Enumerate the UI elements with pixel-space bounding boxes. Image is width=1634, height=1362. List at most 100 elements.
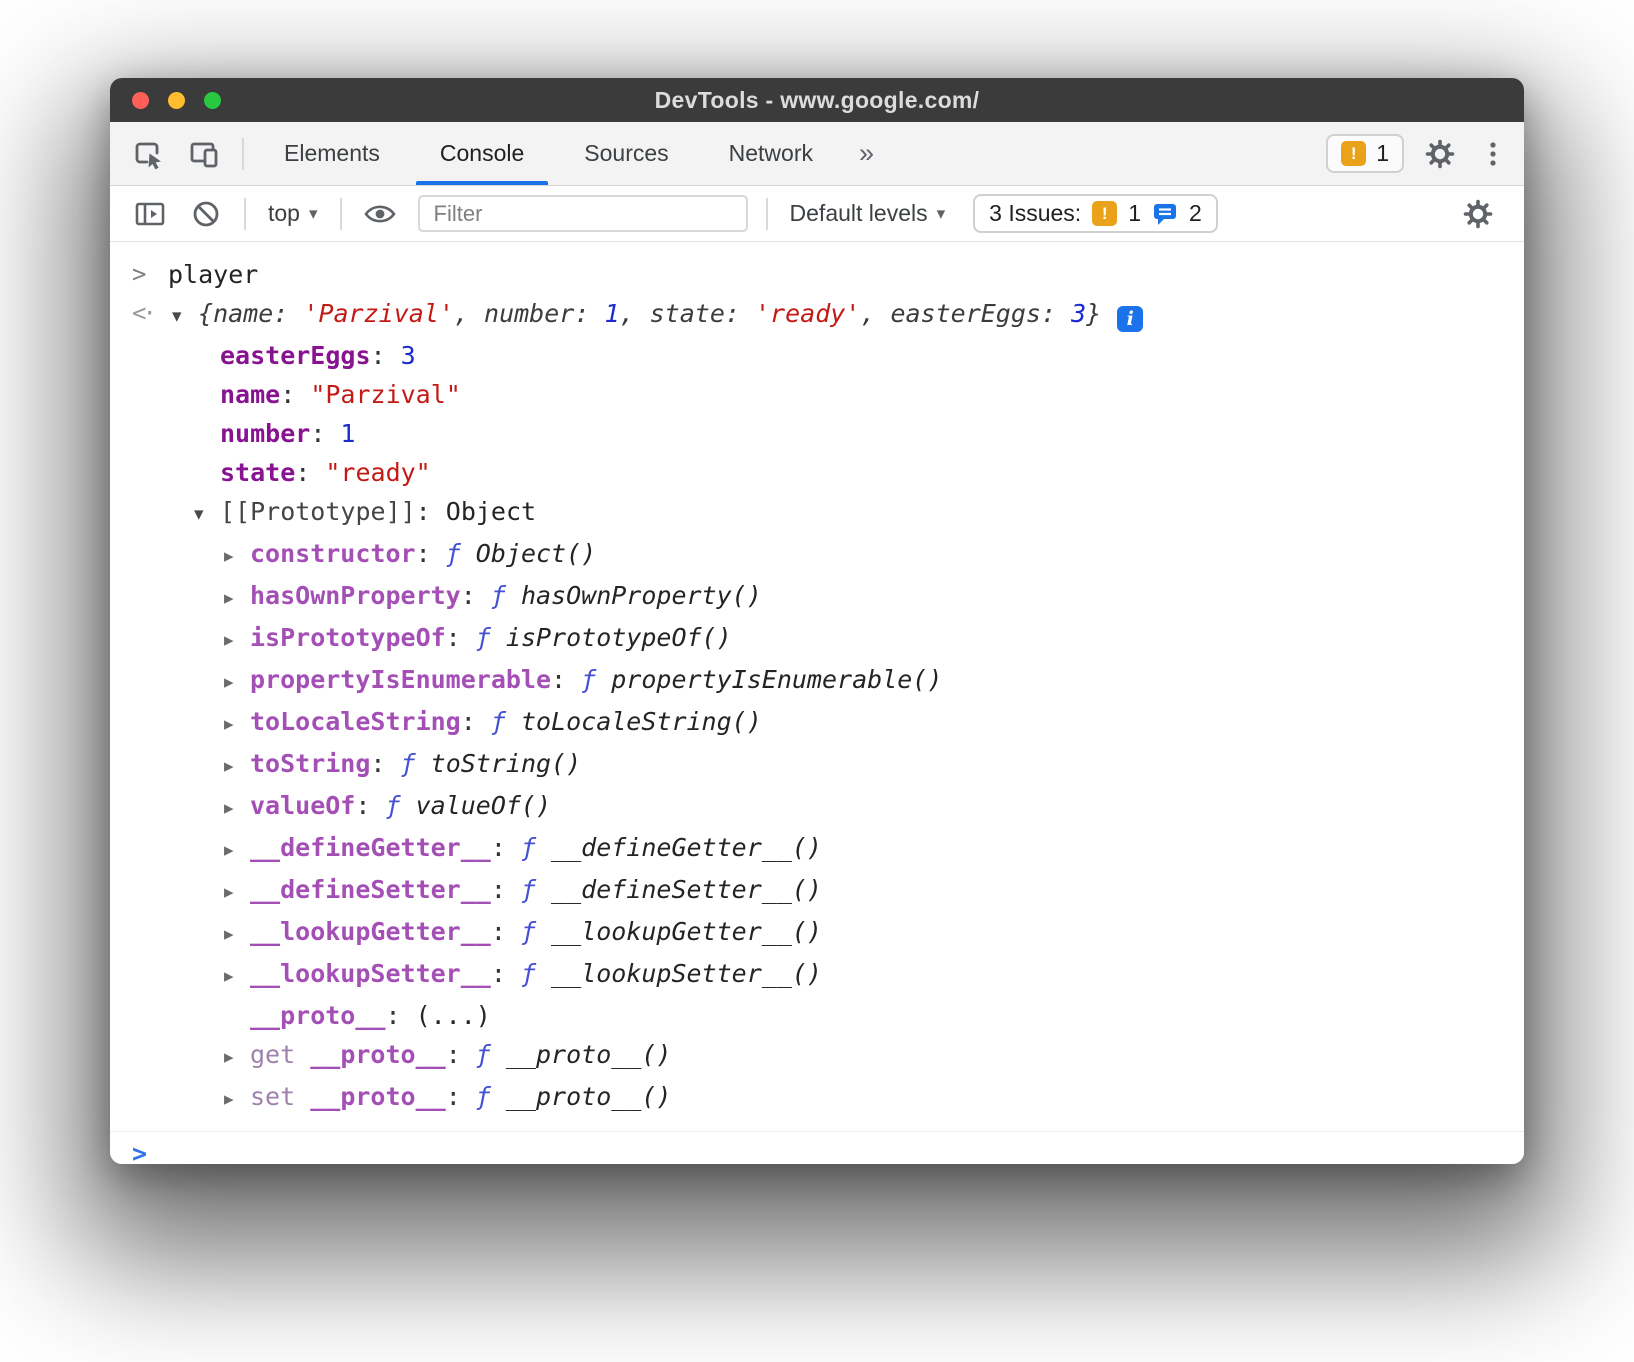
- execution-context-selector[interactable]: top ▾: [256, 200, 330, 227]
- console-token: __proto__: [310, 1040, 445, 1069]
- close-window-button[interactable]: [132, 92, 149, 109]
- info-icon[interactable]: i: [1117, 306, 1143, 332]
- clear-console-button[interactable]: [178, 197, 234, 231]
- console-token: get: [250, 1040, 310, 1069]
- window-title: DevTools - www.google.com/: [110, 87, 1524, 114]
- separator: [766, 198, 768, 230]
- console-token: toLocaleString(): [521, 707, 762, 736]
- tab-console[interactable]: Console: [410, 122, 554, 185]
- console-token: :: [355, 791, 385, 820]
- console-token: :: [310, 419, 340, 448]
- disclosure-triangle-icon[interactable]: ▸: [224, 579, 250, 618]
- zoom-window-button[interactable]: [204, 92, 221, 109]
- console-token: __lookupGetter__(): [551, 917, 822, 946]
- disclosure-triangle-icon[interactable]: ▸: [224, 1080, 250, 1119]
- disclosure-triangle-icon[interactable]: ▸: [224, 831, 250, 870]
- disclosure-triangle-icon[interactable]: ▸: [224, 957, 250, 996]
- console-token: ƒ: [446, 539, 476, 568]
- console-token: number: [220, 419, 310, 448]
- error-counter-button[interactable]: ! 1: [1326, 134, 1404, 173]
- console-token: easterEggs: [890, 299, 1041, 328]
- console-token: :: [295, 458, 325, 487]
- console-token: :: [371, 341, 401, 370]
- create-live-expression-button[interactable]: [352, 199, 408, 229]
- console-settings-button[interactable]: [1450, 197, 1506, 231]
- console-token: :: [280, 380, 310, 409]
- disclosure-triangle-icon[interactable]: ▸: [224, 873, 250, 912]
- minimize-window-button[interactable]: [168, 92, 185, 109]
- console-token: __proto__: [250, 1001, 385, 1030]
- console-token: constructor: [250, 539, 416, 568]
- console-line: ▸__lookupSetter__: ƒ __lookupSetter__(): [110, 954, 1524, 996]
- console-token: :: [370, 749, 400, 778]
- issues-button[interactable]: 3 Issues: ! 1 2: [973, 194, 1218, 233]
- console-token: (...): [416, 1001, 491, 1030]
- console-token: ƒ: [476, 1040, 506, 1069]
- disclosure-triangle-icon[interactable]: ▸: [224, 621, 250, 660]
- tab-sources[interactable]: Sources: [554, 122, 698, 185]
- device-toolbar-button[interactable]: [176, 122, 232, 185]
- console-line: <·▾{name: 'Parzival', number: 1, state: …: [110, 294, 1524, 336]
- console-token: propertyIsEnumerable(): [611, 665, 942, 694]
- console-line: ▸toString: ƒ toString(): [110, 744, 1524, 786]
- console-token: :: [725, 299, 755, 328]
- settings-button[interactable]: [1412, 137, 1468, 171]
- console-line: ▸__defineSetter__: ƒ __defineSetter__(): [110, 870, 1524, 912]
- prompt-chevron-icon: >: [132, 1139, 147, 1164]
- tab-elements[interactable]: Elements: [254, 122, 410, 185]
- console-line: __proto__: (...): [110, 996, 1524, 1035]
- disclosure-triangle-icon[interactable]: ▸: [224, 705, 250, 744]
- console-token: valueOf: [250, 791, 355, 820]
- tab-network[interactable]: Network: [699, 122, 843, 185]
- console-panel: >player<·▾{name: 'Parzival', number: 1, …: [110, 242, 1524, 1164]
- disclosure-triangle-icon[interactable]: ▸: [224, 747, 250, 786]
- issues-message-count: 2: [1189, 200, 1202, 227]
- tab-label: Network: [729, 140, 813, 167]
- console-token: ƒ: [385, 791, 415, 820]
- inspect-element-button[interactable]: [120, 122, 176, 185]
- console-token: ƒ: [521, 833, 551, 862]
- console-token: name: [213, 299, 273, 328]
- window-titlebar[interactable]: DevTools - www.google.com/: [110, 78, 1524, 122]
- console-token: state: [220, 458, 295, 487]
- console-token: easterEggs: [220, 341, 371, 370]
- console-token: ,: [620, 299, 650, 328]
- disclosure-triangle-icon[interactable]: ▸: [224, 537, 250, 576]
- console-line: name: "Parzival": [110, 375, 1524, 414]
- issues-message-icon: [1152, 201, 1178, 227]
- console-token: __lookupSetter__(): [551, 959, 822, 988]
- log-level-label: Default levels: [790, 200, 928, 227]
- console-toolbar: top ▾ Default levels ▾ 3 Issues: ! 1: [110, 186, 1524, 242]
- console-output[interactable]: >player<·▾{name: 'Parzival', number: 1, …: [110, 242, 1524, 1119]
- filter-input[interactable]: [418, 195, 748, 232]
- disclosure-triangle-icon[interactable]: ▸: [224, 789, 250, 828]
- log-level-selector[interactable]: Default levels ▾: [778, 200, 958, 227]
- separator: [242, 138, 244, 170]
- double-chevron-icon: »: [859, 138, 874, 169]
- console-token: hasOwnProperty: [250, 581, 461, 610]
- console-token: __defineGetter__(): [551, 833, 822, 862]
- more-tabs-button[interactable]: »: [843, 122, 890, 185]
- console-token: :: [491, 959, 521, 988]
- eye-icon: [362, 199, 398, 229]
- console-token: number: [484, 299, 574, 328]
- main-menu-button[interactable]: [1476, 137, 1510, 171]
- console-token: :: [273, 299, 303, 328]
- devtools-window: DevTools - www.google.com/ Elements Cons…: [110, 78, 1524, 1164]
- console-token: toString(): [431, 749, 582, 778]
- tabbar-actions: ! 1: [1326, 122, 1524, 185]
- disclosure-triangle-icon[interactable]: ▸: [224, 1038, 250, 1077]
- console-token: toString: [250, 749, 370, 778]
- console-line: >player: [110, 255, 1524, 294]
- settings-gear-icon: [1461, 197, 1495, 231]
- console-prompt-input[interactable]: >: [110, 1131, 1524, 1164]
- disclosure-triangle-icon[interactable]: ▾: [194, 495, 220, 534]
- disclosure-triangle-icon[interactable]: ▸: [224, 915, 250, 954]
- traffic-lights: [132, 78, 240, 122]
- console-token: Object: [446, 497, 536, 526]
- console-sidebar-button[interactable]: [122, 197, 178, 231]
- disclosure-triangle-icon[interactable]: ▾: [172, 297, 198, 336]
- disclosure-triangle-icon[interactable]: ▸: [224, 663, 250, 702]
- console-line: ▸valueOf: ƒ valueOf(): [110, 786, 1524, 828]
- console-token: ,: [860, 299, 890, 328]
